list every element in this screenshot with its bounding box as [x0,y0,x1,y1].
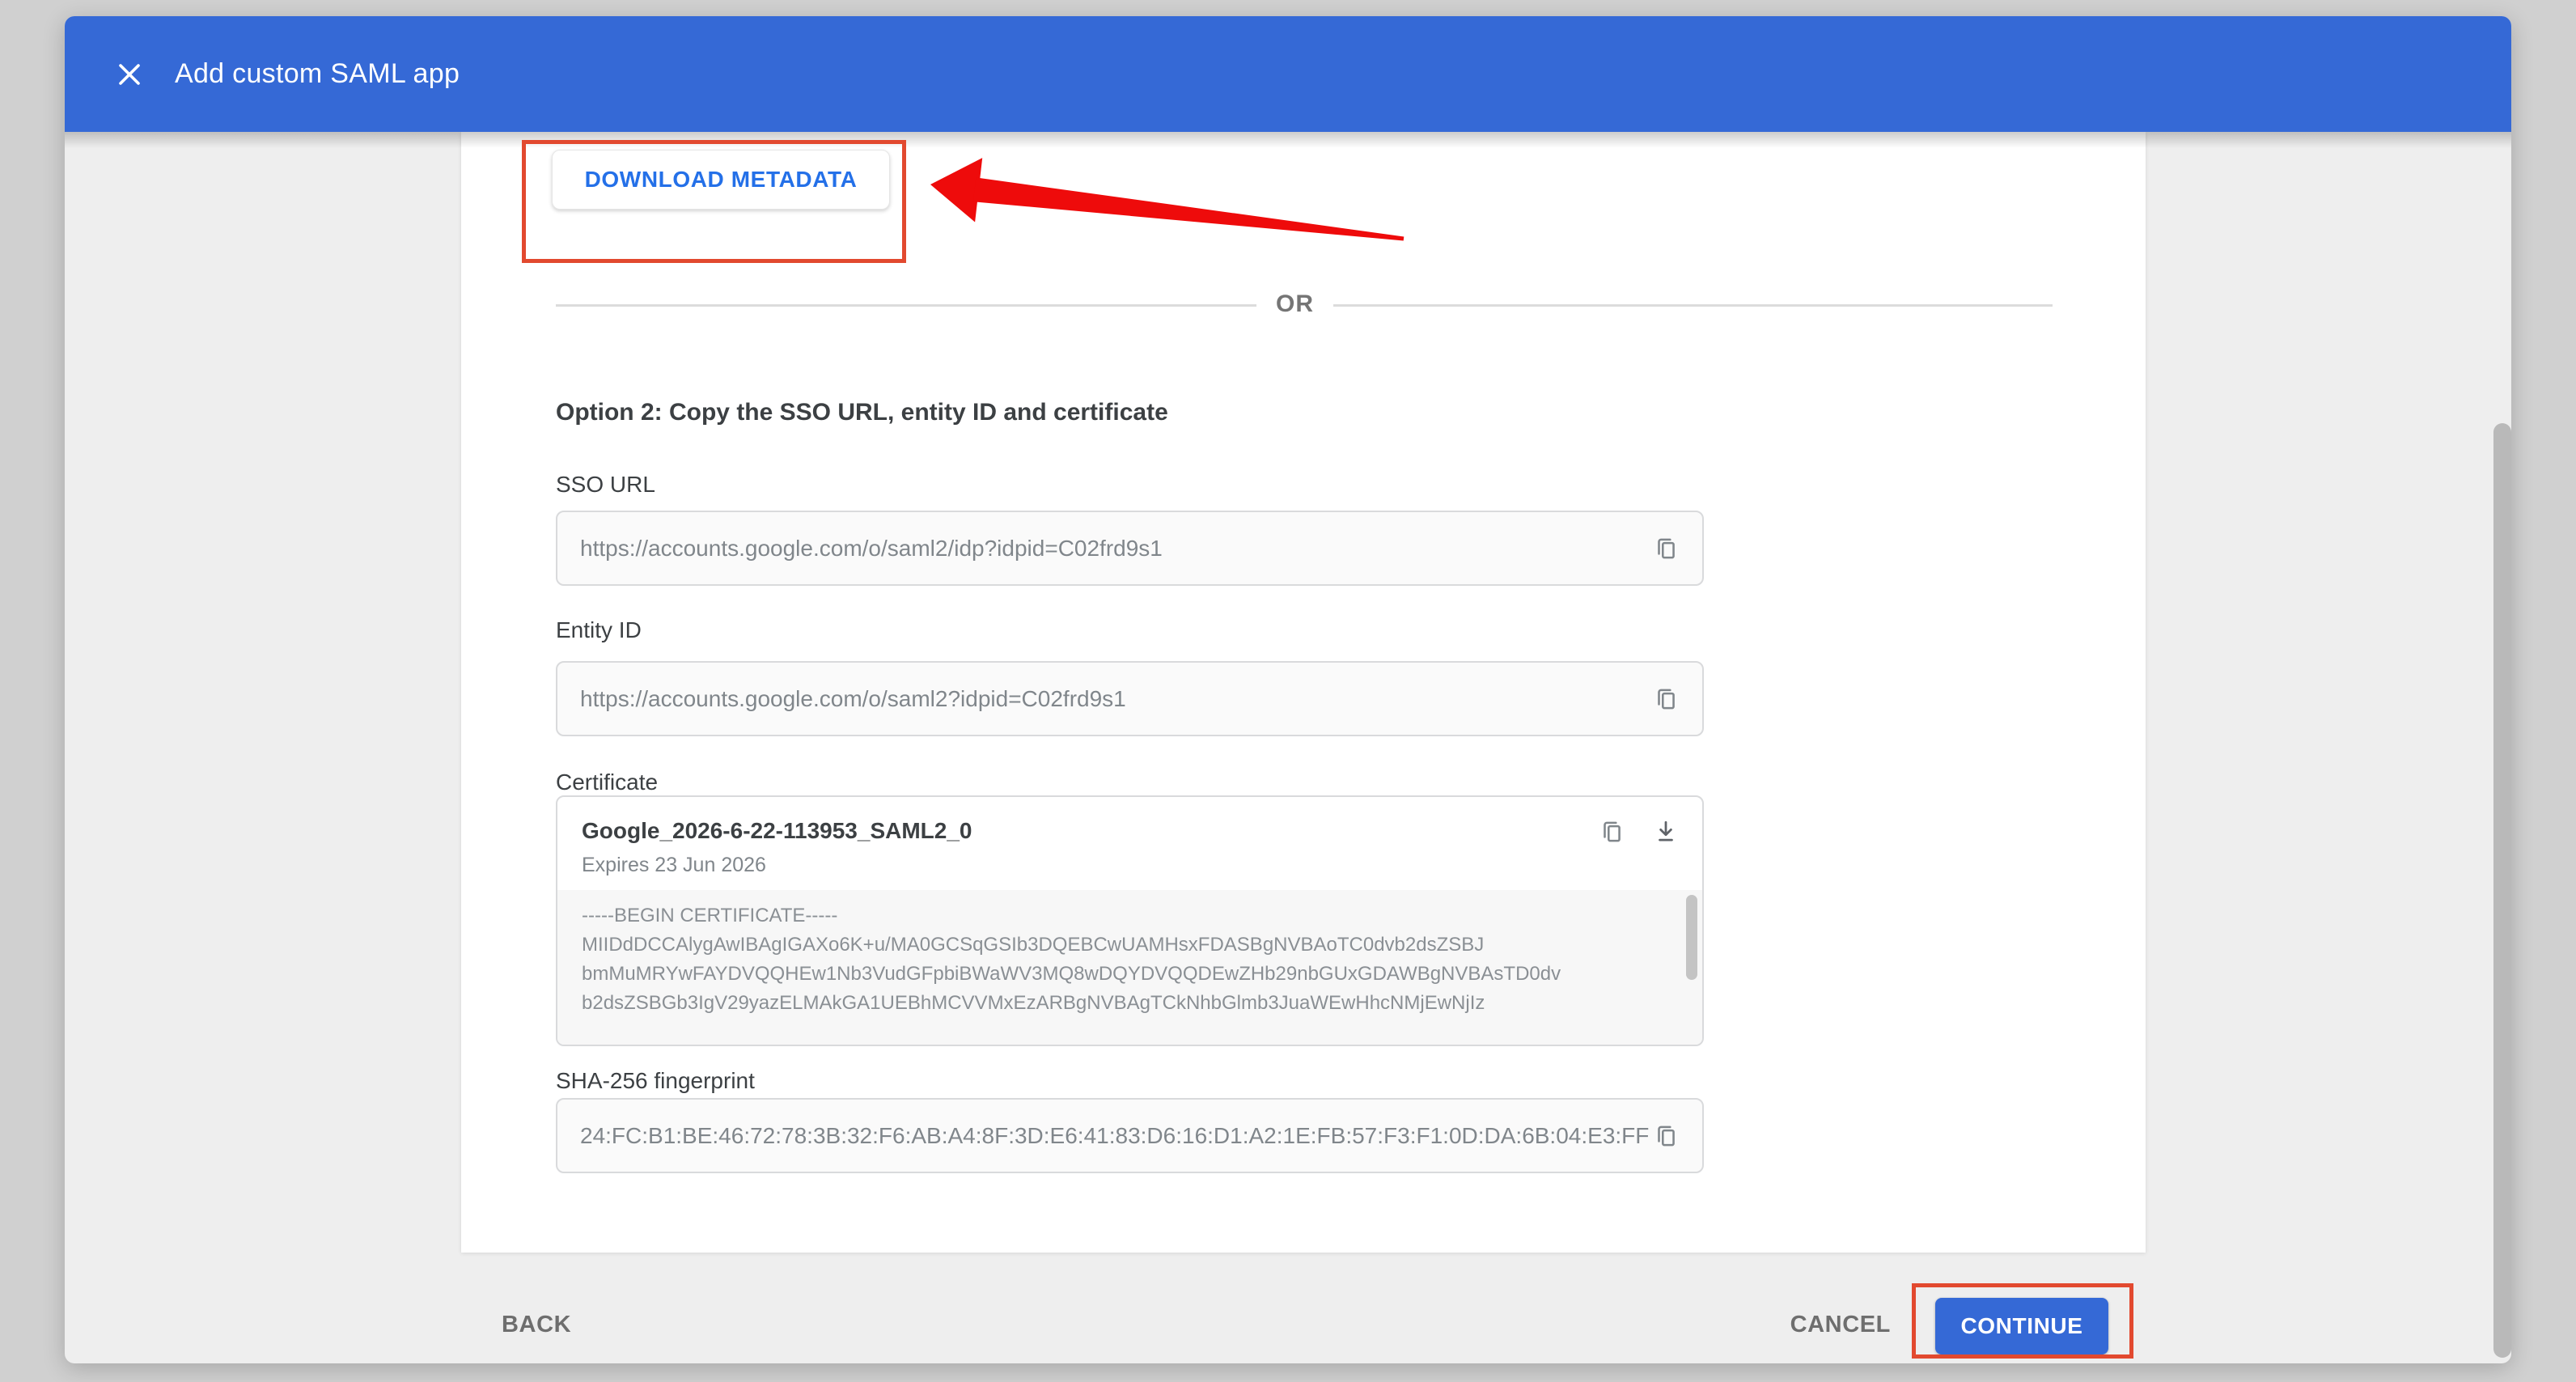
entity-id-value: https://accounts.google.com/o/saml2?idpi… [580,686,1126,712]
download-icon [1652,818,1680,846]
entity-id-field[interactable]: https://accounts.google.com/o/saml2?idpi… [556,661,1704,736]
certificate-label: Certificate [556,769,658,795]
certificate-pem-line: b2dsZSBGb3IgV29yazELMAkGA1UEBhMCVVMxEzAR… [582,989,1678,1018]
continue-button-label: CONTINUE [1960,1313,2082,1339]
sha256-fingerprint-field[interactable]: 24:FC:B1:BE:46:72:78:3B:32:F6:AB:A4:8F:3… [556,1098,1704,1173]
back-button[interactable]: BACK [502,1312,571,1338]
or-divider-label: OR [1256,290,1333,318]
content-card: DOWNLOAD METADATA OR Option 2: Copy the … [461,132,2146,1253]
or-divider-line-right [1333,304,2053,307]
certificate-pem-line: bmMuMRYwFAYDVQQHEw1Nb3VudGFpbiBWaWV3MQ8w… [582,960,1678,989]
certificate-card: Google_2026-6-22-113953_SAML2_0 Expires … [556,795,1704,1046]
download-metadata-button[interactable]: DOWNLOAD METADATA [552,150,890,210]
dialog-header: Add custom SAML app [65,16,2511,132]
certificate-pem-line: MIIDdDCCAlygAwIBAgIGAXo6K+u/MA0GCSqGSIb3… [582,931,1678,960]
dialog-title: Add custom SAML app [175,58,460,90]
cancel-button[interactable]: CANCEL [1790,1312,1891,1338]
certificate-pem-line: -----BEGIN CERTIFICATE----- [582,901,1678,931]
dialog-scrollbar[interactable] [2493,423,2511,1358]
sha256-fingerprint-value: 24:FC:B1:BE:46:72:78:3B:32:F6:AB:A4:8F:3… [580,1123,1649,1149]
sso-url-field[interactable]: https://accounts.google.com/o/saml2/idp?… [556,511,1704,586]
certificate-pem-text[interactable]: -----BEGIN CERTIFICATE----- MIIDdDCCAlyg… [557,890,1702,1045]
close-icon [115,60,144,89]
certificate-expiry: Expires 23 Jun 2026 [582,854,1702,877]
entity-id-label: Entity ID [556,617,642,643]
copy-icon [1652,685,1680,713]
certificate-name: Google_2026-6-22-113953_SAML2_0 [582,818,1702,844]
dialog-footer: BACK CANCEL CONTINUE [65,1273,2511,1363]
certificate-copy-button[interactable] [1598,818,1625,850]
page-background: Add custom SAML app DOWNLOAD METADATA OR… [0,0,2576,1382]
add-custom-saml-app-dialog: Add custom SAML app DOWNLOAD METADATA OR… [65,16,2511,1363]
continue-button[interactable]: CONTINUE [1935,1298,2108,1354]
sso-url-value: https://accounts.google.com/o/saml2/idp?… [580,536,1163,562]
copy-icon [1652,1122,1680,1150]
option2-heading: Option 2: Copy the SSO URL, entity ID an… [556,399,1168,426]
fingerprint-copy-button[interactable] [1652,1122,1680,1150]
copy-icon [1598,818,1625,846]
sso-url-label: SSO URL [556,472,655,498]
certificate-scrollbar[interactable] [1686,895,1697,980]
certificate-download-button[interactable] [1652,818,1680,850]
close-button[interactable] [107,52,152,97]
certificate-header: Google_2026-6-22-113953_SAML2_0 Expires … [557,797,1702,890]
copy-icon [1652,535,1680,562]
download-metadata-label: DOWNLOAD METADATA [585,167,858,193]
sso-copy-button[interactable] [1652,535,1680,562]
entity-copy-button[interactable] [1652,685,1680,713]
or-divider-line-left [556,304,1256,307]
sha256-fingerprint-label: SHA-256 fingerprint [556,1068,755,1094]
